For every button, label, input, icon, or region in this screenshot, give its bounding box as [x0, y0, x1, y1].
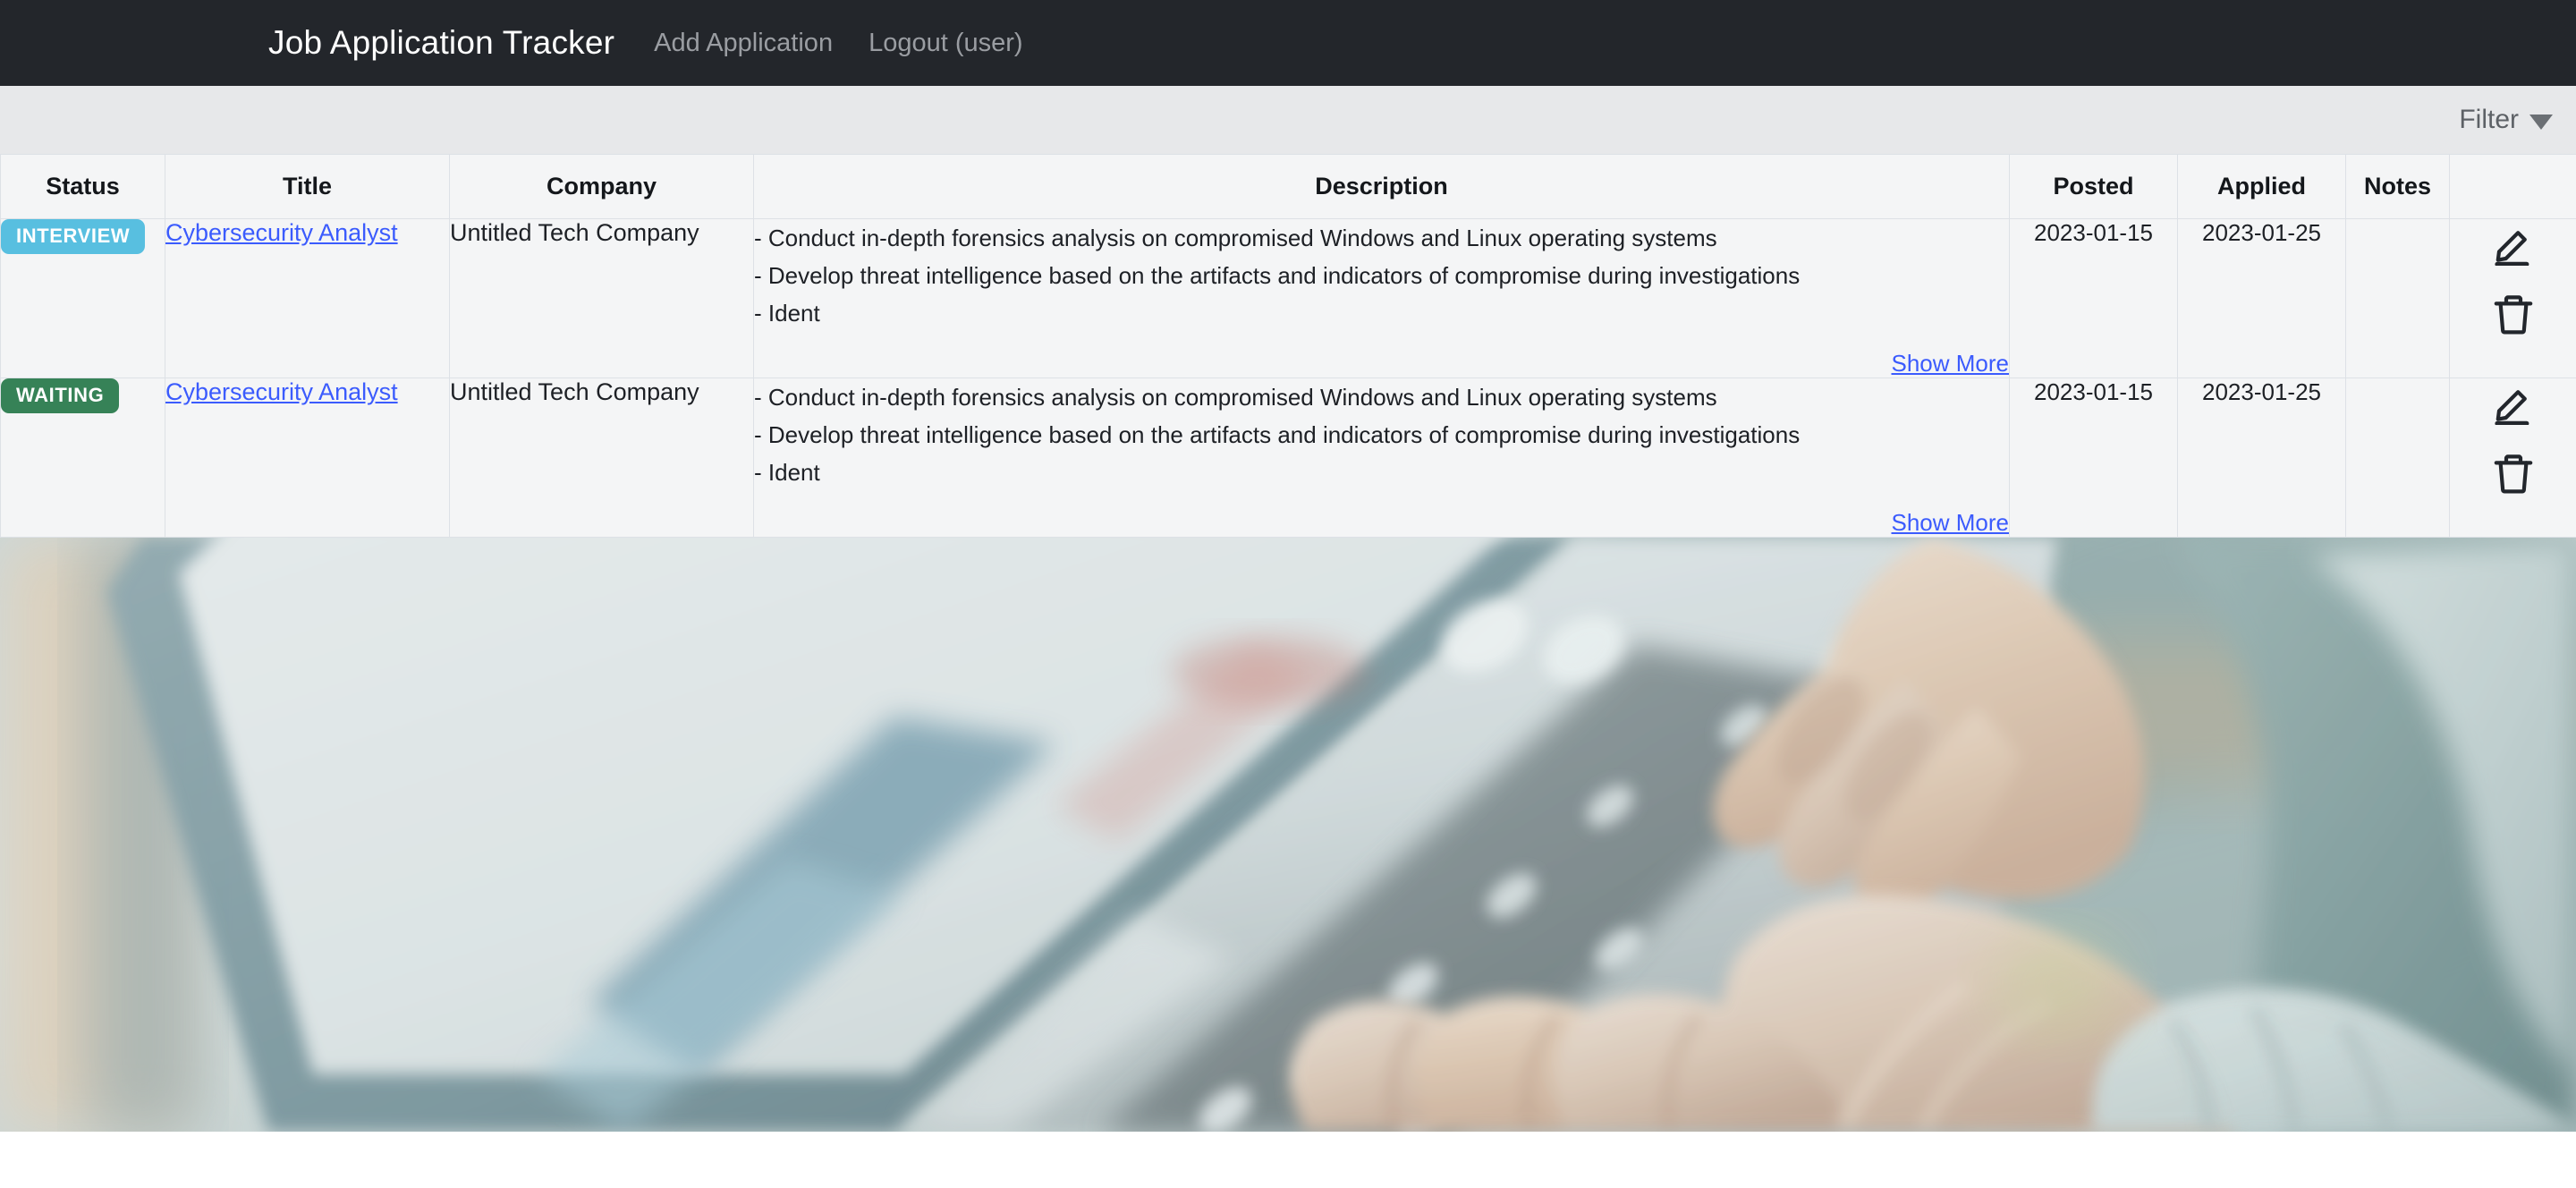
delete-button[interactable] — [2488, 448, 2538, 498]
cell-actions — [2449, 218, 2576, 378]
description-line: - Conduct in-depth forensics analysis on… — [754, 225, 1717, 251]
show-more-link[interactable]: Show More — [1892, 350, 2010, 377]
job-title-link[interactable]: Cybersecurity Analyst — [165, 219, 398, 246]
column-header-company[interactable]: Company — [449, 154, 754, 219]
description-line: - Ident — [754, 300, 820, 327]
cell-company: Untitled Tech Company — [449, 218, 754, 378]
cell-applied-date: 2023-01-25 — [2177, 218, 2346, 378]
applied-date: 2023-01-25 — [2202, 219, 2321, 246]
table-row: WAITING Cybersecurity Analyst Untitled T… — [0, 378, 2576, 538]
show-more-link[interactable]: Show More — [1892, 509, 2010, 536]
edit-button[interactable] — [2488, 219, 2538, 269]
column-header-posted[interactable]: Posted — [2009, 154, 2178, 219]
brand-title: Job Application Tracker — [268, 24, 615, 61]
pencil-edit-icon — [2494, 390, 2529, 425]
applications-table: Status Title Company Description Posted … — [0, 154, 2576, 538]
filter-bar: Filter — [0, 86, 2576, 154]
description-line: - Conduct in-depth forensics analysis on… — [754, 384, 1717, 411]
company-name: Untitled Tech Company — [450, 378, 699, 405]
cell-notes — [2345, 218, 2450, 378]
pencil-edit-icon — [2494, 231, 2529, 266]
top-navbar: Job Application Tracker Add Application … — [0, 0, 2576, 86]
trash-delete-icon — [2494, 454, 2532, 494]
description-line: - Ident — [754, 459, 820, 486]
job-title-link[interactable]: Cybersecurity Analyst — [165, 378, 398, 405]
chevron-down-icon — [2529, 114, 2553, 130]
column-header-applied[interactable]: Applied — [2177, 154, 2346, 219]
filter-label: Filter — [2459, 105, 2519, 134]
cell-title: Cybersecurity Analyst — [165, 378, 450, 538]
cell-posted-date: 2023-01-15 — [2009, 218, 2178, 378]
cell-actions — [2449, 378, 2576, 538]
cell-status: INTERVIEW — [0, 218, 165, 378]
table-body: INTERVIEW Cybersecurity Analyst Untitled… — [0, 218, 2576, 538]
cell-applied-date: 2023-01-25 — [2177, 378, 2346, 538]
status-badge: WAITING — [1, 378, 120, 413]
nav-link-logout[interactable]: Logout (user) — [869, 29, 1023, 58]
table-header-row: Status Title Company Description Posted … — [0, 154, 2576, 219]
trash-delete-icon — [2494, 295, 2532, 335]
row-action-buttons — [2450, 219, 2576, 339]
description-line: - Develop threat intelligence based on t… — [754, 262, 1801, 289]
show-more-container: Show More — [754, 509, 2010, 537]
posted-date: 2023-01-15 — [2034, 219, 2153, 246]
cell-status: WAITING — [0, 378, 165, 538]
column-header-actions — [2449, 154, 2576, 219]
cell-description: - Conduct in-depth forensics analysis on… — [753, 218, 2010, 378]
delete-button[interactable] — [2488, 289, 2538, 339]
edit-button[interactable] — [2488, 378, 2538, 429]
column-header-description[interactable]: Description — [753, 154, 2010, 219]
description-line: - Develop threat intelligence based on t… — [754, 421, 1801, 448]
filter-dropdown-button[interactable]: Filter — [2459, 105, 2553, 135]
hero-photo — [0, 538, 2576, 1132]
table-header: Status Title Company Description Posted … — [0, 154, 2576, 219]
applications-table-container: Status Title Company Description Posted … — [0, 154, 2576, 538]
cell-description: - Conduct in-depth forensics analysis on… — [753, 378, 2010, 538]
cell-title: Cybersecurity Analyst — [165, 218, 450, 378]
table-row: INTERVIEW Cybersecurity Analyst Untitled… — [0, 218, 2576, 378]
column-header-status[interactable]: Status — [0, 154, 165, 219]
nav-link-add-application[interactable]: Add Application — [654, 29, 833, 58]
company-name: Untitled Tech Company — [450, 219, 699, 246]
show-more-container: Show More — [754, 350, 2010, 378]
posted-date: 2023-01-15 — [2034, 378, 2153, 405]
cell-notes — [2345, 378, 2450, 538]
column-header-title[interactable]: Title — [165, 154, 450, 219]
cell-company: Untitled Tech Company — [449, 378, 754, 538]
status-badge: INTERVIEW — [1, 219, 146, 254]
column-header-notes[interactable]: Notes — [2345, 154, 2450, 219]
applied-date: 2023-01-25 — [2202, 378, 2321, 405]
cell-posted-date: 2023-01-15 — [2009, 378, 2178, 538]
row-action-buttons — [2450, 378, 2576, 498]
hero-photo-illustration — [0, 538, 2576, 1132]
